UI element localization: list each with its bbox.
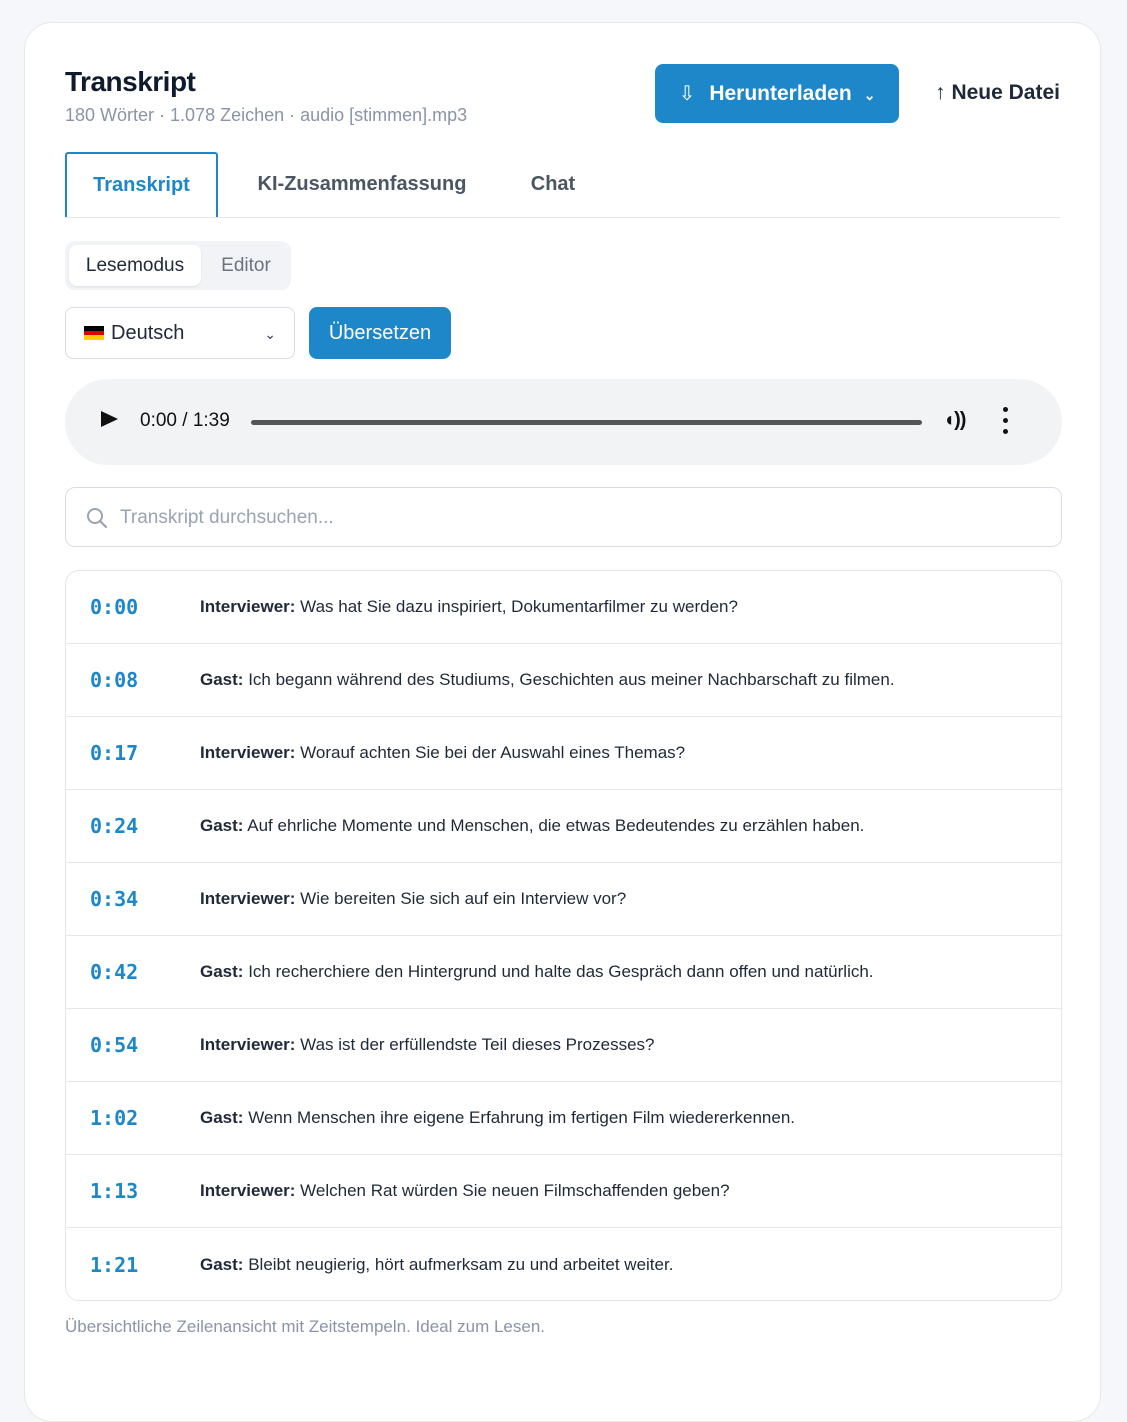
transcript-line: Gast: Ich recherchiere den Hintergrund u…	[200, 962, 874, 982]
translate-button[interactable]: Übersetzen	[309, 307, 451, 359]
footer-note: Übersichtliche Zeilenansicht mit Zeitste…	[65, 1317, 545, 1336]
transcript-row[interactable]: 0:00 Interviewer: Was hat Sie dazu inspir…	[66, 571, 1061, 644]
speaker-label: Gast:	[200, 1254, 244, 1274]
utterance-text: Wie bereiten Sie sich auf ein Interview …	[300, 889, 627, 908]
utterance-text: Bleibt neugierig, hört aufmerksam zu und…	[248, 1254, 674, 1274]
language-select[interactable]: Deutsch ⌄	[65, 307, 295, 359]
arrow-up-icon: ↑	[934, 81, 946, 104]
transcript-row[interactable]: 1:13 Interviewer: Welchen Rat würden Sie …	[66, 1155, 1061, 1228]
timestamp-link[interactable]: 0:17	[66, 741, 200, 765]
transcript-row[interactable]: 0:17 Interviewer: Worauf achten Sie bei d…	[66, 717, 1061, 790]
speaker-label: Interviewer:	[200, 743, 296, 762]
play-icon[interactable]	[101, 411, 118, 427]
utterance-text: Welchen Rat würden Sie neuen Filmschaffe…	[300, 1181, 730, 1200]
tab-ki-zusammenfassung[interactable]: KI-Zusammenfassung	[237, 152, 487, 216]
transcript-row[interactable]: 0:54 Interviewer: Was ist der erfüllendst…	[66, 1009, 1061, 1082]
mode-editor[interactable]: Editor	[205, 245, 287, 286]
volume-icon[interactable]: ◖))	[943, 409, 966, 432]
timestamp-link[interactable]: 0:24	[66, 814, 200, 838]
tab-bar: Transkript KI-Zusammenfassung Chat	[65, 152, 1060, 218]
download-button[interactable]: ⇩ Herunterladen ⌄	[655, 64, 899, 123]
speaker-label: Interviewer:	[200, 889, 296, 908]
header: Transkript 180 Wörter · 1.078 Zeichen · …	[65, 64, 1060, 135]
transcript-line: Gast: Wenn Menschen ihre eigene Erfahrun…	[200, 1108, 795, 1128]
transcript-list: 0:00 Interviewer: Was hat Sie dazu inspir…	[65, 570, 1062, 1301]
transcript-line: Interviewer: Worauf achten Sie bei der A…	[200, 743, 685, 763]
timestamp-link[interactable]: 0:08	[66, 668, 200, 692]
transcript-line: Interviewer: Welchen Rat würden Sie neue…	[200, 1181, 730, 1201]
speaker-label: Interviewer:	[200, 597, 296, 616]
speaker-label: Interviewer:	[200, 1181, 296, 1200]
utterance-text: Was hat Sie dazu inspiriert, Dokumentarf…	[300, 597, 738, 616]
download-icon: ⇩	[678, 83, 696, 105]
timestamp-link[interactable]: 1:13	[66, 1179, 200, 1203]
audio-player: 0:00 / 1:39 ◖))	[65, 379, 1062, 465]
transcript-row[interactable]: 0:42 Gast: Ich recherchiere den Hintergru…	[66, 936, 1061, 1009]
timestamp-link[interactable]: 0:34	[66, 887, 200, 911]
timestamp-link[interactable]: 1:21	[66, 1253, 200, 1277]
download-label: Herunterladen	[709, 81, 852, 105]
search-icon	[87, 508, 108, 529]
utterance-text: Ich recherchiere den Hintergrund und hal…	[248, 962, 874, 981]
timestamp-link[interactable]: 0:42	[66, 960, 200, 984]
speaker-label: Gast:	[200, 670, 244, 689]
speaker-label: Gast:	[200, 962, 244, 981]
speaker-label: Gast:	[200, 816, 244, 835]
playback-time: 0:00 / 1:39	[140, 410, 230, 431]
transcript-line: Interviewer: Wie bereiten Sie sich auf e…	[200, 889, 626, 909]
page-title: Transkript	[65, 66, 196, 97]
chevron-down-icon: ⌄	[863, 87, 876, 103]
transcript-card: Transkript 180 Wörter · 1.078 Zeichen · …	[24, 22, 1101, 1422]
chevron-down-icon: ⌄	[264, 326, 276, 342]
transcript-line: Gast: Auf ehrliche Momente und Menschen,…	[200, 816, 864, 836]
timestamp-link[interactable]: 0:54	[66, 1033, 200, 1057]
german-flag-icon	[84, 326, 104, 340]
search-input[interactable]	[118, 500, 1022, 536]
transcript-row[interactable]: 0:24 Gast: Auf ehrliche Momente und Mensc…	[66, 790, 1061, 863]
speaker-label: Gast:	[200, 1108, 244, 1127]
utterance-text: Wenn Menschen ihre eigene Erfahrung im f…	[248, 1108, 796, 1127]
utterance-text: Ich begann während des Studiums, Geschic…	[248, 670, 895, 689]
new-file-label: Neue Datei	[951, 81, 1060, 104]
transcript-line: Interviewer: Was hat Sie dazu inspiriert…	[200, 597, 738, 617]
transcript-row[interactable]: 1:02 Gast: Wenn Menschen ihre eigene Erfa…	[66, 1082, 1061, 1155]
transcript-row[interactable]: 1:21 Gast: Bleibt neugierig, hört aufmerk…	[66, 1228, 1061, 1300]
utterance-text: Auf ehrliche Momente und Menschen, die e…	[247, 816, 865, 835]
language-label: Deutsch	[111, 321, 185, 344]
timestamp-link[interactable]: 1:02	[66, 1106, 200, 1130]
mode-lesemodus[interactable]: Lesemodus	[69, 245, 201, 286]
search-box	[65, 487, 1062, 547]
transcript-line: Interviewer: Was ist der erfüllendste Te…	[200, 1035, 655, 1055]
view-mode-toggle: Lesemodus Editor	[65, 241, 291, 290]
transcript-line: Gast: Ich begann während des Studiums, G…	[200, 670, 895, 690]
speaker-label: Interviewer:	[200, 1035, 296, 1054]
new-file-button[interactable]: ↑ Neue Datei	[935, 81, 1060, 105]
utterance-text: Worauf achten Sie bei der Auswahl eines …	[300, 743, 686, 762]
progress-track[interactable]	[251, 420, 922, 425]
tab-chat[interactable]: Chat	[511, 152, 595, 216]
timestamp-link[interactable]: 0:00	[66, 595, 200, 619]
file-meta: 180 Wörter · 1.078 Zeichen · audio [stim…	[65, 105, 468, 125]
transcript-row[interactable]: 0:08 Gast: Ich begann während des Studium…	[66, 644, 1061, 717]
more-options-icon[interactable]	[1003, 407, 1009, 440]
utterance-text: Was ist der erfüllendste Teil dieses Pro…	[300, 1035, 655, 1054]
transcript-row[interactable]: 0:34 Interviewer: Wie bereiten Sie sich a…	[66, 863, 1061, 936]
tab-transkript[interactable]: Transkript	[65, 152, 218, 217]
transcript-line: Gast: Bleibt neugierig, hört aufmerksam …	[200, 1255, 673, 1275]
